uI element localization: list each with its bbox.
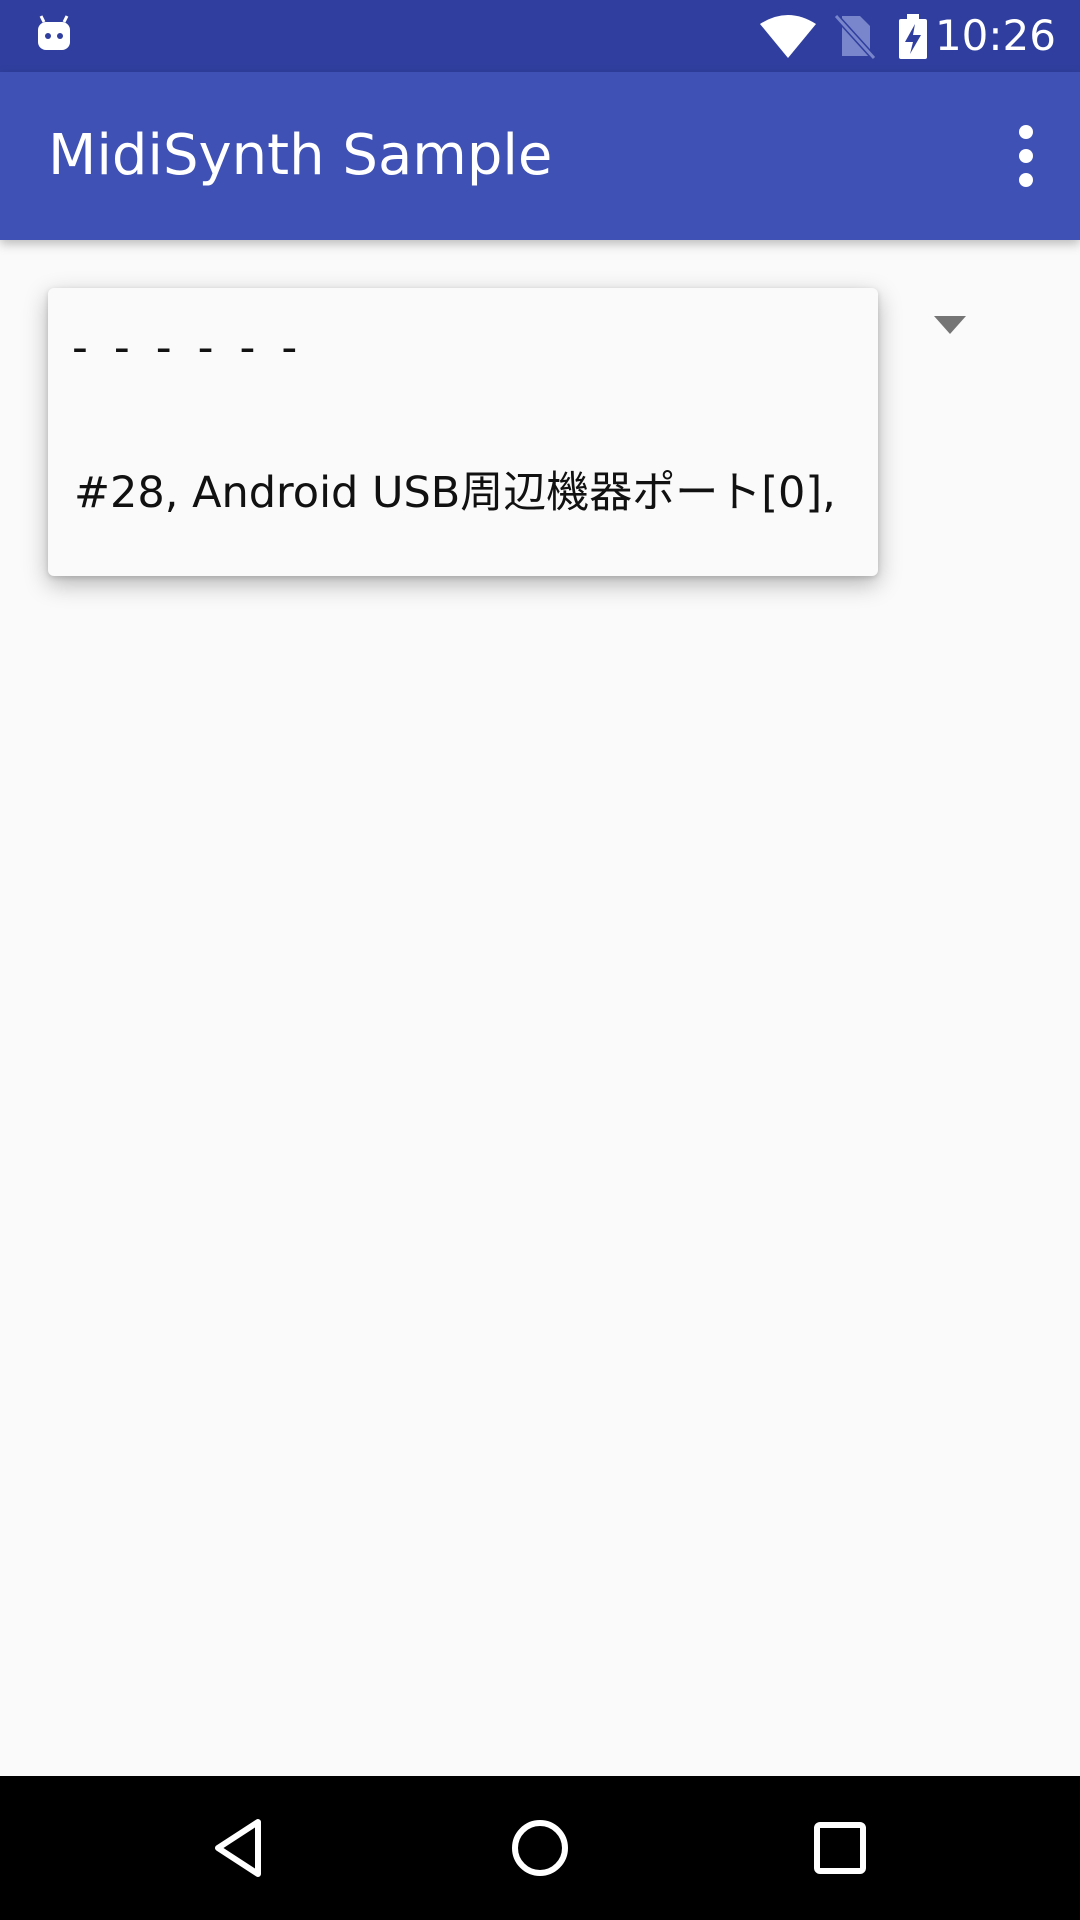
spinner-option-none[interactable]: - - - - - -	[48, 308, 878, 438]
more-vert-icon[interactable]	[1002, 116, 1050, 196]
recents-icon[interactable]	[804, 1812, 876, 1884]
back-icon[interactable]	[204, 1812, 276, 1884]
battery-charging-icon	[899, 14, 927, 59]
home-icon[interactable]	[504, 1812, 576, 1884]
app-bar: MidiSynth Sample	[0, 72, 1080, 240]
app-title: MidiSynth Sample	[48, 123, 553, 188]
status-time: 10:26	[934, 11, 1056, 60]
wifi-icon	[760, 15, 816, 58]
navigation-bar	[0, 1776, 1080, 1920]
dropdown-arrow-icon[interactable]	[934, 316, 966, 334]
no-sim-icon	[833, 13, 876, 60]
spinner-dropdown: - - - - - - #28, Android USB周辺機器ポート[0],	[48, 288, 878, 576]
android-robot-icon	[38, 15, 70, 50]
spinner-option-usb-port[interactable]: #28, Android USB周辺機器ポート[0],	[48, 428, 878, 558]
status-bar: 10:26	[0, 0, 1080, 72]
